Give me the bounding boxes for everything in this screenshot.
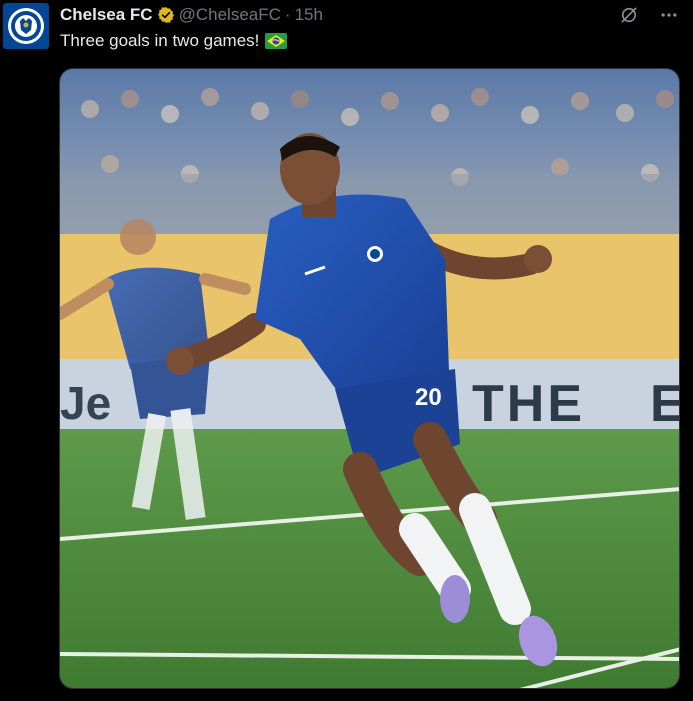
tweet-media-photo[interactable]: Je THE E: [59, 68, 680, 689]
author-handle[interactable]: @ChelseaFC: [179, 5, 281, 25]
chelsea-crest-icon: [8, 8, 44, 44]
jersey-number: 20: [415, 384, 442, 411]
tweet[interactable]: Chelsea FC @ChelseaFC · 15h Three goals …: [0, 0, 693, 701]
banner-text: THE: [472, 375, 585, 433]
avatar[interactable]: [3, 3, 49, 49]
separator-dot: ·: [284, 5, 291, 24]
verified-badge-icon: [157, 6, 175, 24]
more-options-icon[interactable]: [659, 5, 679, 25]
tweet-header: Chelsea FC @ChelseaFC · 15h: [60, 4, 323, 26]
tweet-text-content: Three goals in two games!: [60, 31, 260, 50]
tweet-actions: [619, 5, 679, 25]
brazil-flag-icon: [265, 33, 288, 49]
svg-text:Je: Je: [60, 377, 111, 429]
author-name[interactable]: Chelsea FC: [60, 5, 153, 25]
tweet-text: Three goals in two games!: [60, 30, 288, 52]
svg-text:E: E: [650, 375, 680, 433]
timestamp[interactable]: 15h: [295, 5, 323, 25]
grok-icon[interactable]: [619, 5, 639, 25]
